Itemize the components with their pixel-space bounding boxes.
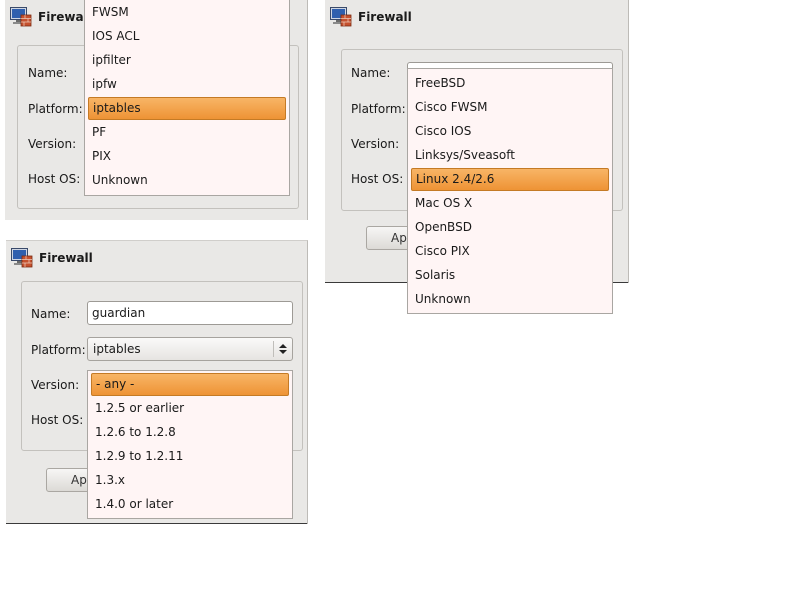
platform-dropdown-menu[interactable]: FWSM IOS ACL ipfilter ipfw iptables PF P… [84,0,290,196]
menu-item[interactable]: 1.2.5 or earlier [91,397,289,420]
menu-item[interactable]: 1.4.0 or later [91,493,289,516]
panel-titlebar: Firewall [6,243,307,273]
menu-item[interactable]: IOS ACL [88,25,286,48]
host-os-label: Host OS: [31,413,84,427]
menu-item[interactable]: Cisco FWSM [411,96,609,119]
menu-item[interactable]: 1.3.x [91,469,289,492]
version-label: Version: [28,137,77,151]
platform-select-value: iptables [93,342,141,356]
menu-item[interactable]: 1.2.9 to 1.2.11 [91,445,289,468]
platform-label: Platform: [31,343,86,357]
menu-item-selected[interactable]: Linux 2.4/2.6 [411,168,609,191]
menu-item[interactable]: Mac OS X [411,192,609,215]
menu-item[interactable]: ipfw [88,73,286,96]
panel-title: Firewall [358,10,412,24]
menu-item-selected[interactable]: iptables [88,97,286,120]
host-os-dropdown-menu[interactable]: FreeBSD Cisco FWSM Cisco IOS Linksys/Sve… [407,68,613,314]
menu-item[interactable]: PIX [88,145,286,168]
name-label: Name: [351,66,391,80]
menu-item[interactable]: 1.2.6 to 1.2.8 [91,421,289,444]
name-label: Name: [28,66,68,80]
panel-titlebar: Firewall [325,2,628,32]
menu-item[interactable]: PF [88,121,286,144]
firewall-window-icon [330,7,352,27]
firewall-window-icon [10,7,32,27]
host-os-label: Host OS: [28,172,81,186]
name-label: Name: [31,307,71,321]
firewall-window-icon [11,248,33,268]
platform-label: Platform: [351,102,406,116]
menu-item[interactable]: Cisco PIX [411,240,609,263]
name-field[interactable]: guardian [87,301,293,325]
menu-item[interactable]: FWSM [88,1,286,24]
menu-item[interactable]: Solaris [411,264,609,287]
version-label: Version: [351,137,400,151]
menu-item[interactable]: Unknown [88,169,286,192]
select-arrows-icon [273,341,289,357]
menu-item[interactable]: FreeBSD [411,72,609,95]
platform-label: Platform: [28,102,83,116]
platform-select[interactable]: iptables [87,337,293,361]
menu-item[interactable]: Cisco IOS [411,120,609,143]
menu-item-selected[interactable]: - any - [91,373,289,396]
menu-item[interactable]: ipfilter [88,49,286,72]
version-dropdown-menu[interactable]: - any - 1.2.5 or earlier 1.2.6 to 1.2.8 … [87,370,293,519]
host-os-label: Host OS: [351,172,404,186]
menu-item[interactable]: Unknown [411,288,609,311]
menu-item[interactable]: Linksys/Sveasoft [411,144,609,167]
panel-title: Firewall [39,251,93,265]
menu-item[interactable]: OpenBSD [411,216,609,239]
version-label: Version: [31,378,80,392]
